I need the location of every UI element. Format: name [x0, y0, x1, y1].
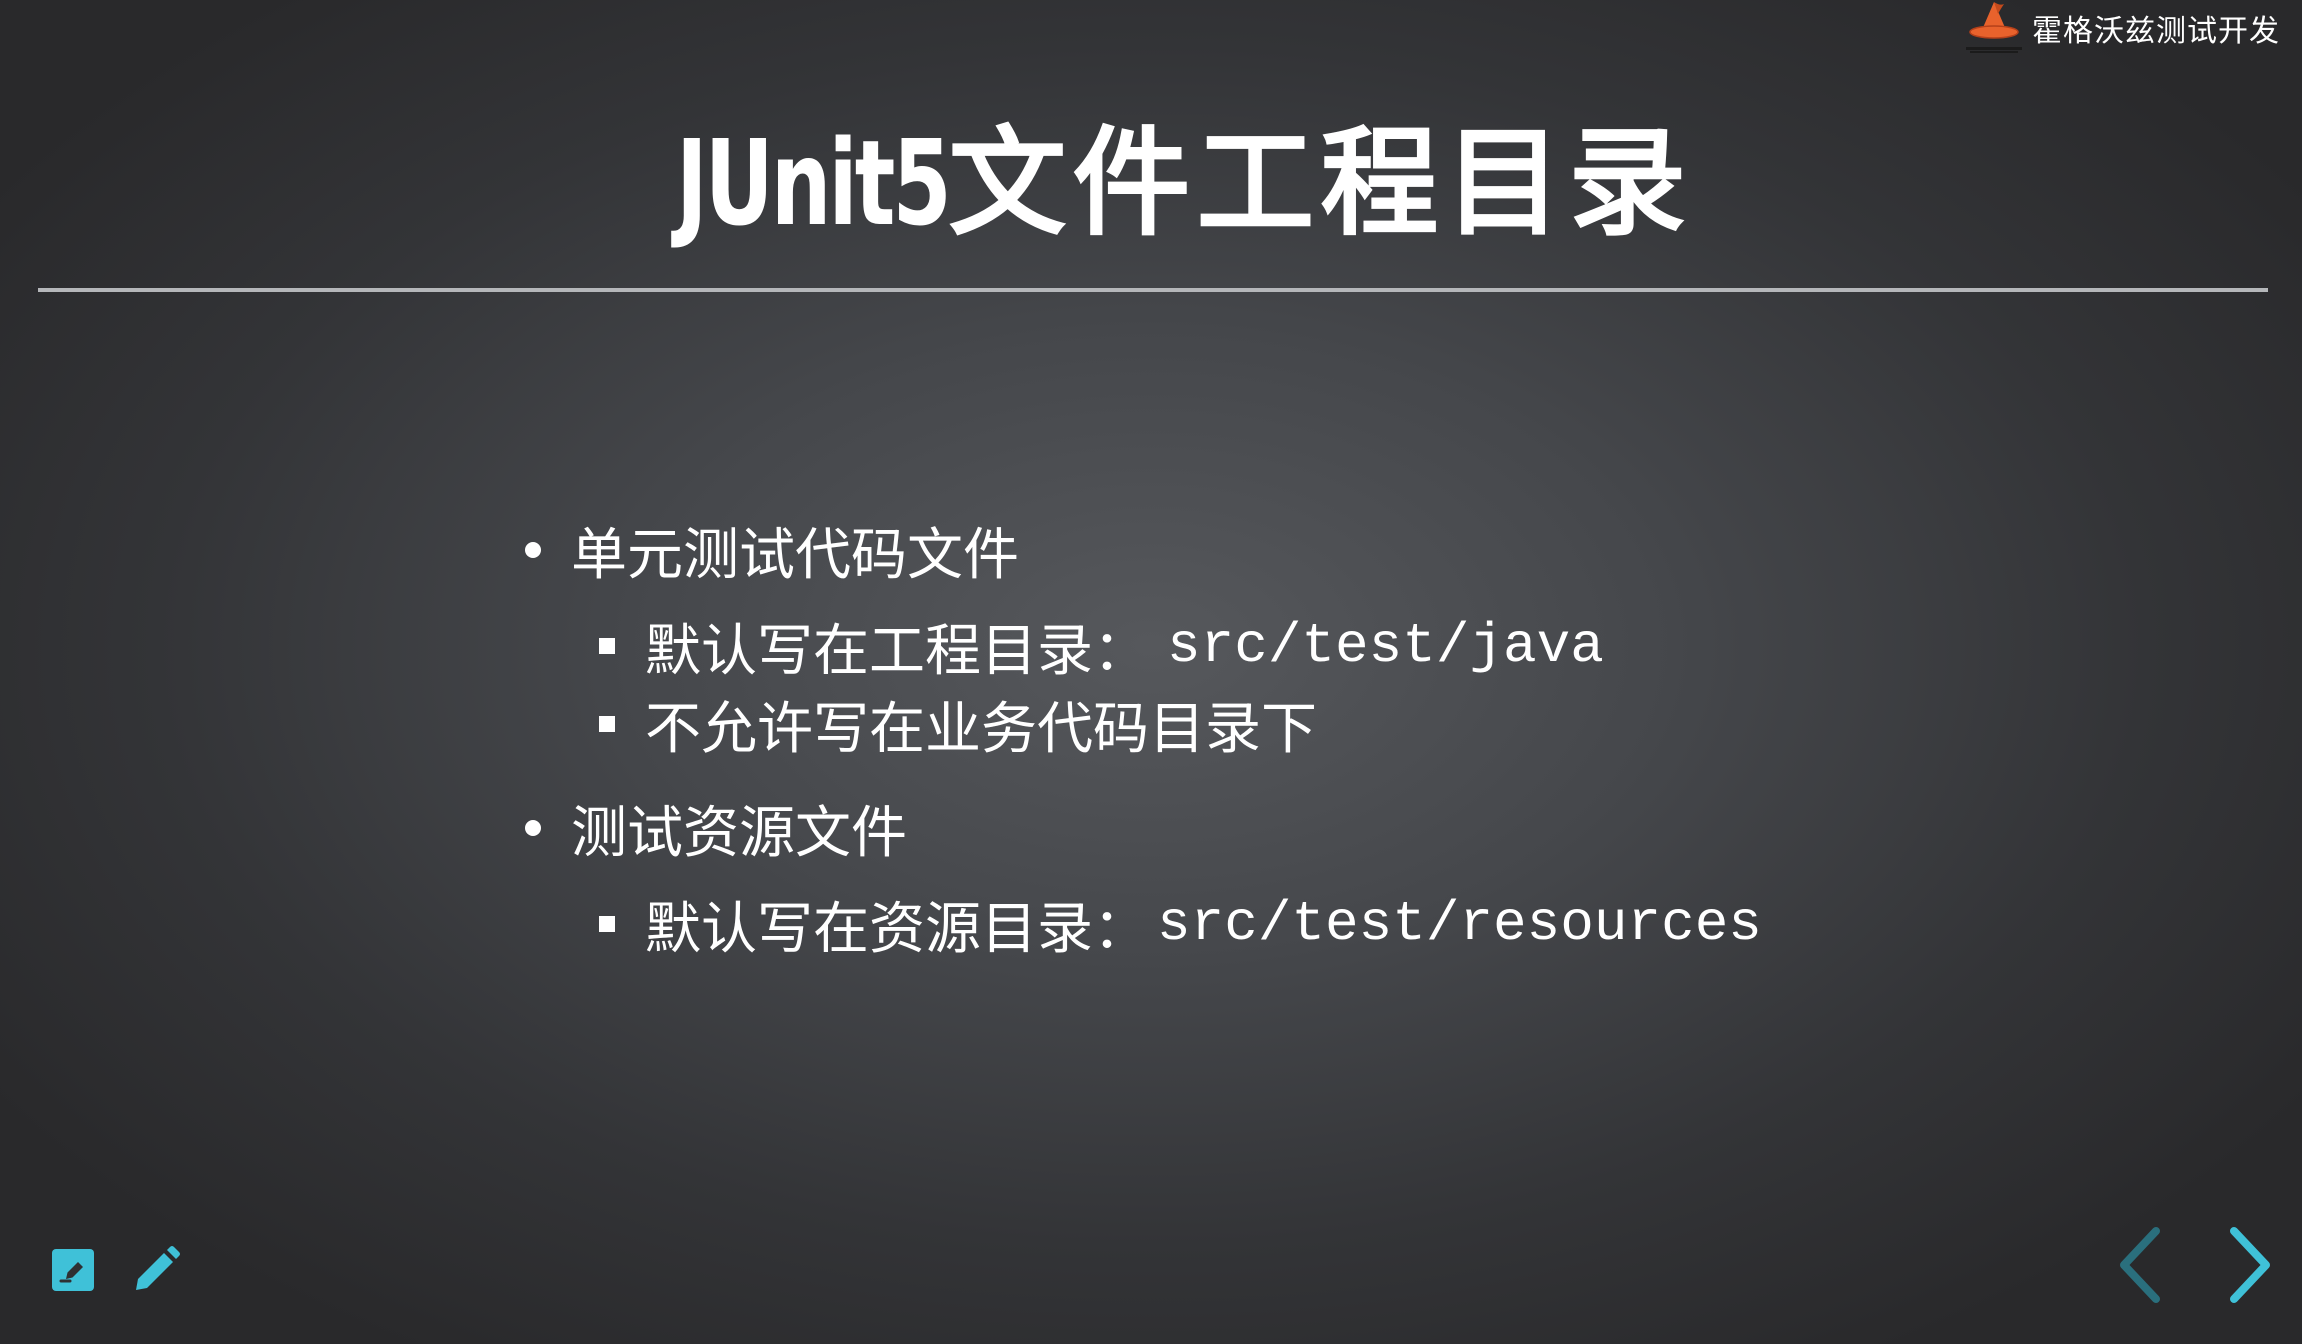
bullet-item: 单元测试代码文件 — [525, 505, 2025, 595]
bullet-dot — [525, 820, 541, 836]
brand-name: 霍格沃兹测试开发 — [2032, 14, 2280, 49]
edit-note-icon — [52, 1249, 94, 1291]
sub-bullet-square — [599, 638, 615, 654]
edit-note-button[interactable] — [50, 1247, 96, 1293]
sub-bullet-item: 不允许写在业务代码目录下 — [599, 685, 2025, 763]
title-latin-part: JUnit5 — [675, 114, 952, 252]
sub-bullet-text: 默认写在资源目录： — [645, 896, 1149, 962]
bullet-text: 单元测试代码文件 — [571, 522, 1019, 588]
title-divider — [38, 288, 2268, 292]
pencil-icon — [136, 1246, 180, 1290]
sub-bullet-list: 默认写在资源目录： src/test/resources — [599, 873, 2025, 983]
page-title: JUnit5文件工程目录 — [0, 108, 2302, 258]
sub-bullet-text: 默认写在工程目录： — [645, 618, 1149, 684]
wizard-hat-logo-icon — [1966, 2, 2022, 53]
bullet-text: 测试资源文件 — [571, 800, 907, 866]
code-path: src/test/resources — [1157, 892, 1762, 956]
sub-bullet-text: 不允许写在业务代码目录下 — [645, 696, 1317, 762]
sub-bullet-item: 默认写在工程目录： src/test/java — [599, 607, 2025, 685]
slide-content: 单元测试代码文件 默认写在工程目录： src/test/java 不允许写在业务… — [525, 505, 2025, 983]
next-slide-button[interactable] — [2222, 1225, 2278, 1305]
sub-bullet-list: 默认写在工程目录： src/test/java 不允许写在业务代码目录下 — [599, 595, 2025, 783]
bullet-dot — [525, 542, 541, 558]
title-cjk-part: 文件工程目录 — [948, 114, 1693, 252]
sub-bullet-square — [599, 916, 615, 932]
sub-bullet-item: 默认写在资源目录： src/test/resources — [599, 885, 2025, 963]
chevron-left-icon — [2120, 1227, 2160, 1303]
code-path: src/test/java — [1167, 614, 1604, 678]
bullet-item: 测试资源文件 — [525, 783, 2025, 873]
chevron-right-icon — [2230, 1227, 2270, 1303]
previous-slide-button[interactable] — [2112, 1225, 2168, 1305]
sub-bullet-square — [599, 716, 615, 732]
pencil-button[interactable] — [128, 1242, 184, 1298]
brand: 霍格沃兹测试开发 — [1960, 0, 2280, 56]
